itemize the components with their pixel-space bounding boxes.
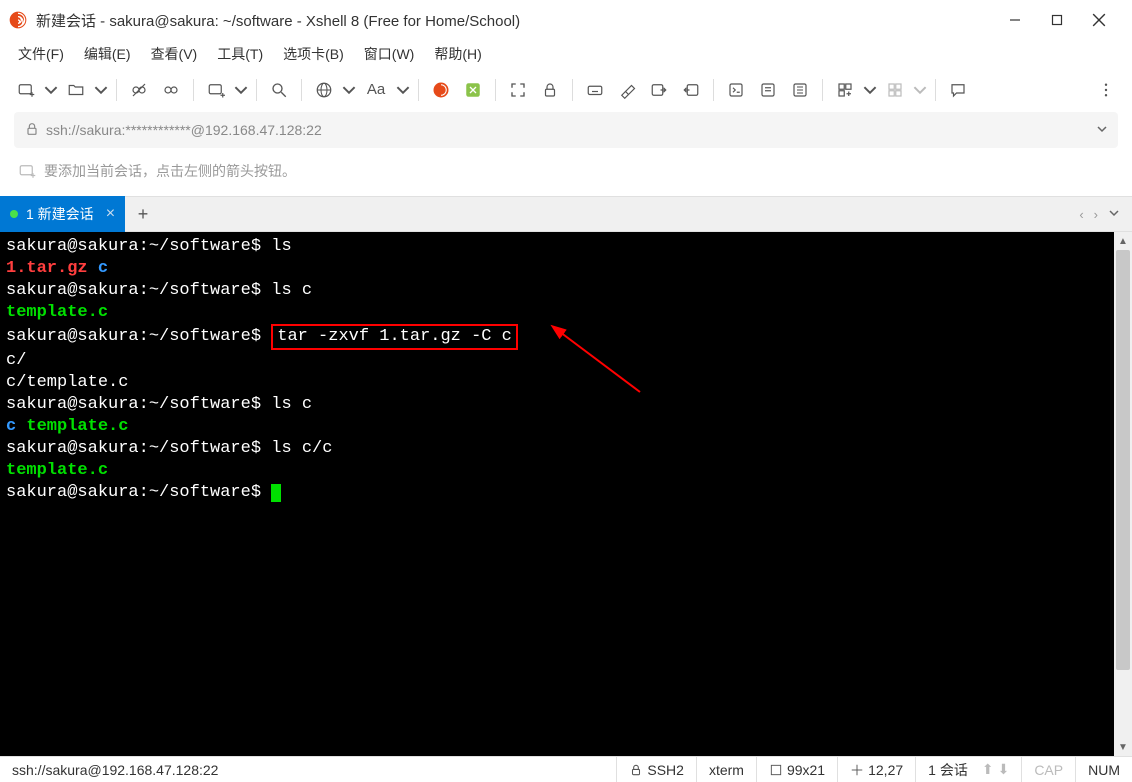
compose-icon[interactable] — [754, 76, 782, 104]
toolbar: Aa — [0, 68, 1132, 112]
status-proto-label: SSH2 — [647, 762, 684, 778]
status-size-label: 99x21 — [787, 762, 825, 778]
app-icon — [8, 10, 28, 30]
more-icon[interactable] — [1092, 76, 1120, 104]
menu-view[interactable]: 查看(V) — [143, 40, 206, 68]
status-pos-label: 12,27 — [868, 762, 903, 778]
open-icon[interactable] — [62, 76, 90, 104]
copy-split-dropdown-icon[interactable] — [234, 76, 248, 104]
new-session-icon[interactable] — [12, 76, 40, 104]
sessions-plus-icon[interactable]: ⬆ — [982, 761, 994, 778]
menu-window[interactable]: 窗口(W) — [356, 40, 423, 68]
toolbar-separator — [116, 79, 117, 101]
scroll-track[interactable] — [1114, 250, 1132, 738]
sessions-minus-icon[interactable]: ⬇ — [998, 761, 1010, 778]
menu-bar: 文件(F) 编辑(E) 查看(V) 工具(T) 选项卡(B) 窗口(W) 帮助(… — [0, 40, 1132, 68]
terminal-area: sakura@sakura:~/software$ ls1.tar.gz csa… — [0, 232, 1132, 756]
transfer-in-icon[interactable] — [677, 76, 705, 104]
reconnect-icon[interactable] — [157, 76, 185, 104]
highlight-icon[interactable] — [613, 76, 641, 104]
xshell-icon[interactable] — [427, 76, 455, 104]
window-title: 新建会话 - sakura@sakura: ~/software - Xshel… — [36, 10, 1008, 31]
status-cap: CAP — [1021, 757, 1075, 782]
toolbar-separator — [935, 79, 936, 101]
status-term: xterm — [696, 757, 756, 782]
menu-help[interactable]: 帮助(H) — [426, 40, 489, 68]
status-sessions: 1 会话 ⬆ ⬇ — [915, 757, 1021, 782]
globe-dropdown-icon[interactable] — [342, 76, 356, 104]
scroll-down-icon[interactable]: ▼ — [1114, 738, 1132, 756]
toolbar-separator — [713, 79, 714, 101]
font-dropdown-icon[interactable] — [396, 76, 410, 104]
lock-small-icon — [24, 121, 40, 140]
address-text: ssh://sakura:************@192.168.47.128… — [46, 122, 1096, 138]
search-icon[interactable] — [265, 76, 293, 104]
status-pos: 12,27 — [837, 757, 915, 782]
status-bar: ssh://sakura@192.168.47.128:22 SSH2 xter… — [0, 756, 1132, 782]
xftp-icon[interactable] — [459, 76, 487, 104]
list-icon[interactable] — [786, 76, 814, 104]
toolbar-separator — [418, 79, 419, 101]
tab-list-icon[interactable] — [1108, 207, 1120, 222]
size-icon — [769, 763, 783, 777]
new-session-dropdown-icon[interactable] — [44, 76, 58, 104]
toolbar-separator — [193, 79, 194, 101]
maximize-button[interactable] — [1050, 13, 1064, 27]
add-tab-button[interactable]: + — [125, 204, 161, 225]
script-icon[interactable] — [722, 76, 750, 104]
terminal-scrollbar[interactable]: ▲ ▼ — [1114, 232, 1132, 756]
toolbar-separator — [822, 79, 823, 101]
tab-prev-icon[interactable]: ‹ — [1079, 207, 1083, 222]
minimize-button[interactable] — [1008, 13, 1022, 27]
address-dropdown-icon[interactable] — [1096, 123, 1108, 138]
disconnect-icon[interactable] — [125, 76, 153, 104]
tab-close-icon[interactable]: × — [106, 205, 115, 223]
hint-bar: 要添加当前会话，点击左侧的箭头按钮。 — [14, 156, 1118, 186]
menu-tabs[interactable]: 选项卡(B) — [275, 40, 352, 68]
copy-split-icon[interactable] — [202, 76, 230, 104]
window-titlebar: 新建会话 - sakura@sakura: ~/software - Xshel… — [0, 0, 1132, 40]
scroll-thumb[interactable] — [1116, 250, 1130, 670]
tile-icon[interactable] — [881, 76, 909, 104]
scroll-up-icon[interactable]: ▲ — [1114, 232, 1132, 250]
status-size: 99x21 — [756, 757, 837, 782]
toolbar-separator — [256, 79, 257, 101]
globe-icon[interactable] — [310, 76, 338, 104]
tab-bar: 1 新建会话 × + ‹ › — [0, 196, 1132, 232]
chat-icon[interactable] — [944, 76, 972, 104]
open-dropdown-icon[interactable] — [94, 76, 108, 104]
menu-file[interactable]: 文件(F) — [10, 40, 72, 68]
tab-next-icon[interactable]: › — [1094, 207, 1098, 222]
toolbar-separator — [572, 79, 573, 101]
transfer-out-icon[interactable] — [645, 76, 673, 104]
toolbar-separator — [301, 79, 302, 101]
toolbar-separator — [495, 79, 496, 101]
close-button[interactable] — [1092, 13, 1106, 27]
keyboard-icon[interactable] — [581, 76, 609, 104]
fullscreen-icon[interactable] — [504, 76, 532, 104]
status-num: NUM — [1075, 757, 1132, 782]
status-dot-icon — [10, 210, 18, 218]
menu-tools[interactable]: 工具(T) — [209, 40, 271, 68]
tab-label: 1 新建会话 — [26, 204, 94, 224]
menu-edit[interactable]: 编辑(E) — [76, 40, 139, 68]
lock-icon[interactable] — [536, 76, 564, 104]
hint-icon — [18, 162, 36, 180]
tile-add-dropdown-icon[interactable] — [863, 76, 877, 104]
address-bar[interactable]: ssh://sakura:************@192.168.47.128… — [14, 112, 1118, 148]
status-sessions-label: 1 会话 — [928, 760, 968, 780]
tab-navigation: ‹ › — [1079, 207, 1132, 222]
cursor-pos-icon — [850, 763, 864, 777]
tile-add-icon[interactable] — [831, 76, 859, 104]
lock-tiny-icon — [629, 763, 643, 777]
tile-dropdown-icon[interactable] — [913, 76, 927, 104]
terminal-output[interactable]: sakura@sakura:~/software$ ls1.tar.gz csa… — [0, 232, 1114, 756]
session-tab[interactable]: 1 新建会话 × — [0, 196, 125, 232]
status-connection: ssh://sakura@192.168.47.128:22 — [0, 757, 230, 782]
hint-text: 要添加当前会话，点击左侧的箭头按钮。 — [44, 161, 296, 181]
status-protocol: SSH2 — [616, 757, 696, 782]
font-icon[interactable]: Aa — [360, 76, 392, 104]
